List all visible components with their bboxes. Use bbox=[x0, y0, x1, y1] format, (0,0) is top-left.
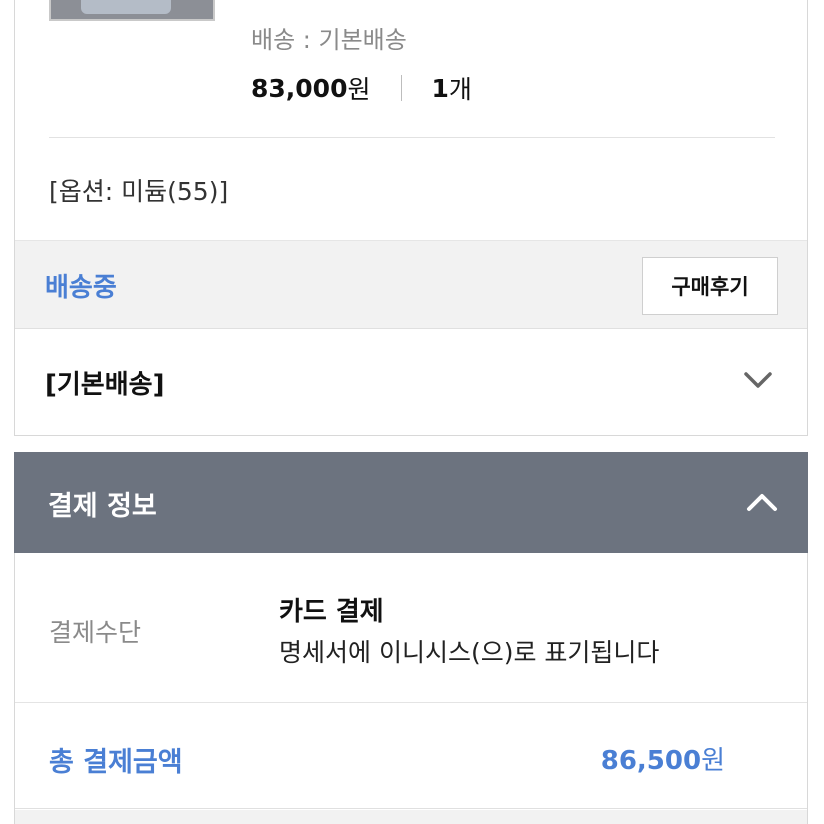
shipping-section-title: [기본배송] bbox=[45, 370, 165, 400]
total-payment-row: 총 결제금액 86,500원 bbox=[15, 704, 807, 809]
total-amount-unit: 원 bbox=[701, 746, 725, 776]
payment-info-header[interactable]: 결제 정보 bbox=[14, 452, 808, 553]
item-option: [옵션: 미듐(55)] bbox=[49, 177, 229, 206]
order-status-bar: 배송중 구매후기 bbox=[15, 240, 807, 329]
price-unit: 원 bbox=[347, 75, 371, 104]
divider bbox=[49, 137, 775, 138]
payment-method-name: 카드 결제 bbox=[279, 597, 384, 627]
delivery-status: 배송중 bbox=[45, 273, 117, 303]
shipping-section-toggle[interactable]: [기본배송] bbox=[15, 330, 807, 435]
order-item-card: 배송 : 기본배송 83,000 원 1개 [옵션: 미듐(55)] 배송중 구매… bbox=[14, 0, 808, 436]
item-price: 83,000 bbox=[251, 73, 348, 103]
price-quantity-line: 83,000 원 1개 bbox=[251, 70, 472, 106]
chevron-up-icon[interactable] bbox=[745, 490, 779, 514]
next-section-edge bbox=[15, 810, 807, 824]
total-payment-label: 총 결제금액 bbox=[49, 747, 183, 778]
payment-info-card: 결제 정보 결제수단 카드 결제 명세서에 이니시스(으)로 표기됩니다 총 결… bbox=[14, 452, 808, 824]
payment-method-note: 명세서에 이니시스(으)로 표기됩니다 bbox=[279, 638, 660, 667]
total-amount-value: 86,500 bbox=[600, 746, 702, 776]
payment-info-title: 결제 정보 bbox=[48, 491, 157, 522]
total-payment-amount: 86,500원 bbox=[601, 740, 725, 777]
item-quantity: 1 bbox=[431, 73, 449, 103]
divider bbox=[400, 75, 402, 101]
write-review-button[interactable]: 구매후기 bbox=[642, 257, 778, 315]
payment-method-label: 결제수단 bbox=[49, 618, 142, 647]
shipping-method-text: 배송 : 기본배송 bbox=[251, 26, 407, 54]
payment-method-row: 결제수단 카드 결제 명세서에 이니시스(으)로 표기됩니다 bbox=[15, 553, 807, 703]
quantity-unit: 개 bbox=[448, 75, 472, 104]
chevron-down-icon[interactable] bbox=[743, 368, 773, 392]
product-thumbnail[interactable] bbox=[49, 0, 215, 21]
